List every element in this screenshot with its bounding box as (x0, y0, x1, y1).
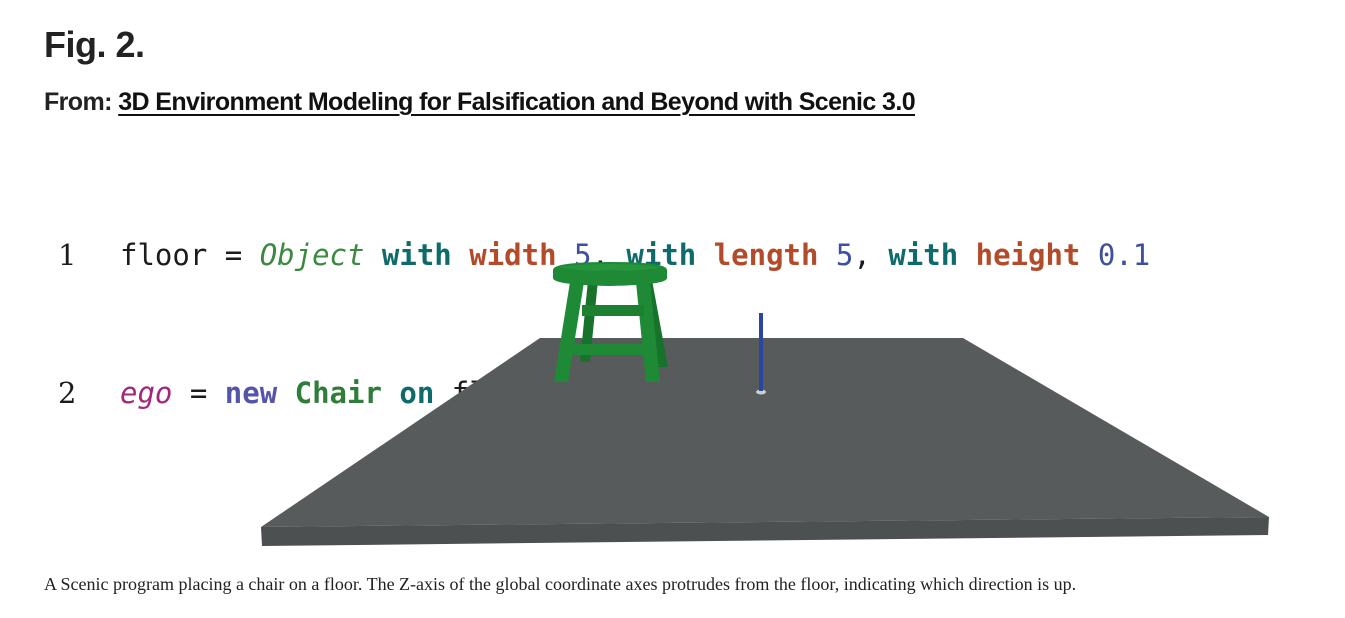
floor-top (261, 338, 1269, 527)
scene-render (261, 262, 1269, 546)
chair-rung (571, 344, 651, 355)
floor (261, 338, 1269, 546)
z-axis-line (759, 313, 763, 391)
chair-rung (582, 305, 644, 316)
figure-caption: A Scenic program placing a chair on a fl… (44, 574, 1077, 594)
